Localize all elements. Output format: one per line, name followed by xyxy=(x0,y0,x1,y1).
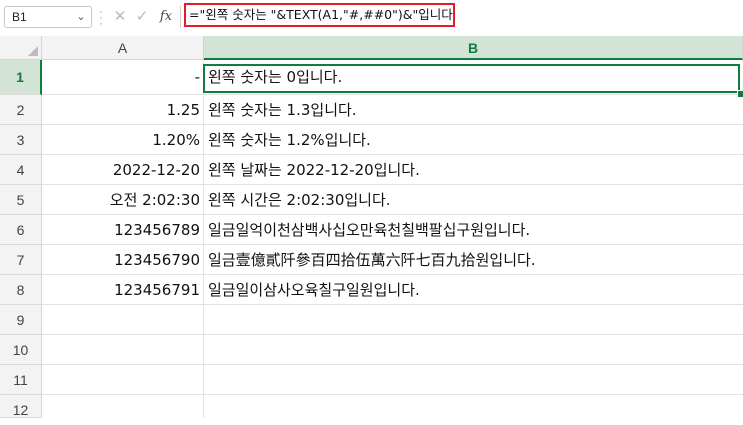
cell-a4[interactable]: 2022-12-20 xyxy=(42,155,204,185)
row-header-3[interactable]: 3 xyxy=(0,125,42,155)
row-header-6[interactable]: 6 xyxy=(0,215,42,245)
cell-b4[interactable]: 왼쪽 날짜는 2022-12-20입니다. xyxy=(204,155,743,185)
row-header-4[interactable]: 4 xyxy=(0,155,42,185)
row-header-8[interactable]: 8 xyxy=(0,275,42,305)
row-header-1[interactable]: 1 xyxy=(0,60,42,95)
cell-a8[interactable]: 123456791 xyxy=(42,275,204,305)
gridline xyxy=(42,334,743,335)
close-icon[interactable]: ✕ xyxy=(110,7,130,27)
formula-bar: B1 ⌄ · · · ✕ ✓ fx ="왼쪽 숫자는 "&TEXT(A1,"#,##… xyxy=(0,0,743,37)
row-header-2[interactable]: 2 xyxy=(0,95,42,125)
row-header-5[interactable]: 5 xyxy=(0,185,42,215)
cell-a6[interactable]: 123456789 xyxy=(42,215,204,245)
check-icon[interactable]: ✓ xyxy=(132,7,152,27)
cell-a2[interactable]: 1.25 xyxy=(42,95,204,125)
row-header-7[interactable]: 7 xyxy=(0,245,42,275)
insert-function-icon[interactable]: fx xyxy=(156,7,176,27)
name-box[interactable]: B1 ⌄ xyxy=(4,6,92,28)
cell-b6[interactable]: 일금일억이천삼백사십오만육천칠백팔십구원입니다. xyxy=(204,215,743,245)
row-header-11[interactable]: 11 xyxy=(0,365,42,395)
cell-b3[interactable]: 왼쪽 숫자는 1.2%입니다. xyxy=(204,125,743,155)
cell-a3[interactable]: 1.20% xyxy=(42,125,204,155)
formula-bar-divider xyxy=(180,6,181,28)
column-header-a[interactable]: A xyxy=(42,36,204,60)
gridline xyxy=(42,394,743,395)
cell-b8[interactable]: 일금일이삼사오육칠구일원입니다. xyxy=(204,275,743,305)
formula-input[interactable]: ="왼쪽 숫자는 "&TEXT(A1,"#,##0")&"입니다." xyxy=(184,3,455,27)
row-header-9[interactable]: 9 xyxy=(0,305,42,335)
fill-handle[interactable] xyxy=(737,90,743,98)
name-box-value: B1 xyxy=(12,10,27,24)
row-header-12[interactable]: 12 xyxy=(0,395,42,418)
gridline xyxy=(42,364,743,365)
more-options-icon[interactable]: · · · xyxy=(98,5,104,29)
cell-a1[interactable]: - xyxy=(42,62,204,92)
select-all-button[interactable] xyxy=(0,36,42,60)
chevron-down-icon[interactable]: ⌄ xyxy=(75,10,87,24)
cell-b2[interactable]: 왼쪽 숫자는 1.3입니다. xyxy=(204,95,743,125)
row-header-10[interactable]: 10 xyxy=(0,335,42,365)
cell-b5[interactable]: 왼쪽 시간은 2:02:30입니다. xyxy=(204,185,743,215)
cell-b7[interactable]: 일금壹億貳阡參百四拾伍萬六阡七百九拾원입니다. xyxy=(204,245,743,275)
cell-a5[interactable]: 오전 2:02:30 xyxy=(42,185,204,215)
column-header-b[interactable]: B xyxy=(204,36,743,60)
cell-a7[interactable]: 123456790 xyxy=(42,245,204,275)
cell-b1[interactable]: 왼쪽 숫자는 0입니다. xyxy=(204,62,743,92)
